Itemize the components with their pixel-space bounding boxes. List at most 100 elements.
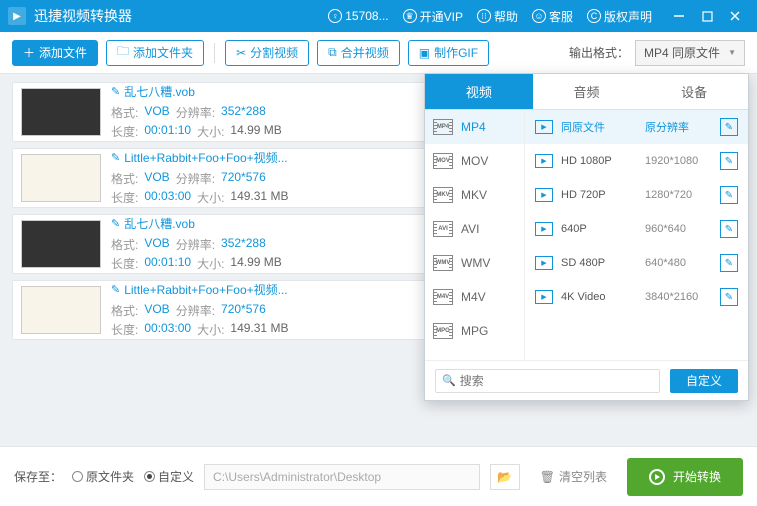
format-option-m4v[interactable]: M4VM4V: [425, 280, 524, 314]
clear-label: 清空列表: [559, 468, 607, 485]
output-format-select[interactable]: MP4 同原文件 ▼: [635, 40, 745, 66]
resolution-value: 720*576: [221, 302, 266, 319]
edit-resolution-icon[interactable]: ✎: [720, 152, 738, 170]
user-account[interactable]: ♀15708...: [328, 9, 388, 23]
resolution-label: 分辨率:: [176, 302, 215, 319]
size-value: 149.31 MB: [230, 321, 288, 338]
size-value: 149.31 MB: [230, 189, 288, 206]
edit-icon[interactable]: ✎: [111, 217, 120, 230]
resolution-size: 640*480: [645, 257, 712, 269]
format-name: MOV: [461, 154, 488, 168]
service-label: 客服: [549, 8, 573, 25]
make-gif-button[interactable]: ▣ 制作GIF: [408, 40, 489, 66]
file-format-icon: M4V: [433, 289, 453, 305]
search-icon: 🔍: [442, 374, 456, 387]
resolution-value: 352*288: [221, 236, 266, 253]
edit-resolution-icon[interactable]: ✎: [720, 254, 738, 272]
format-option-wmv[interactable]: WMVWMV: [425, 246, 524, 280]
vip-link[interactable]: ♛开通VIP: [403, 8, 463, 25]
format-name: MP4: [461, 120, 486, 134]
chevron-down-icon: ▼: [728, 48, 736, 57]
help-label: 帮助: [494, 8, 518, 25]
custom-format-button[interactable]: 自定义: [670, 369, 738, 393]
start-convert-button[interactable]: 开始转换: [627, 458, 743, 496]
resolution-option[interactable]: ▶HD 1080P1920*1080✎: [525, 144, 748, 178]
copyright-icon: C: [587, 9, 601, 23]
resolution-option[interactable]: ▶同原文件原分辨率✎: [525, 110, 748, 144]
file-format-icon: WMV: [433, 255, 453, 271]
format-dropdown: 视频 音频 设备 MP4MP4MOVMOVMKVMKVAVIAVIWMVWMVM…: [424, 73, 749, 401]
folder-open-icon: 📂: [497, 470, 512, 484]
video-icon: ▶: [535, 256, 553, 270]
maximize-button[interactable]: [693, 0, 721, 32]
save-path-field[interactable]: C:\Users\Administrator\Desktop: [204, 464, 480, 490]
add-file-label: 添加文件: [39, 44, 87, 61]
output-format-value: MP4 同原文件: [644, 44, 720, 61]
edit-resolution-icon[interactable]: ✎: [720, 288, 738, 306]
format-value: VOB: [144, 236, 169, 253]
video-icon: ▶: [535, 120, 553, 134]
output-format-label: 输出格式：: [569, 44, 629, 61]
add-file-button[interactable]: ＋添加文件: [12, 40, 98, 66]
format-name: MPG: [461, 324, 488, 338]
copyright-link[interactable]: C版权声明: [587, 8, 652, 25]
merge-video-button[interactable]: ⧉合并视频: [317, 40, 400, 66]
duration-value: 00:01:10: [144, 123, 191, 140]
service-link[interactable]: ☺客服: [532, 8, 573, 25]
add-folder-button[interactable]: 🗀添加文件夹: [106, 40, 204, 66]
split-label: 分割视频: [250, 44, 298, 61]
footer: 保存至： 原文件夹 自定义 C:\Users\Administrator\Des…: [0, 446, 757, 506]
resolution-value: 352*288: [221, 104, 266, 121]
resolution-option[interactable]: ▶ 640P 960*640 ✎: [525, 212, 748, 246]
gif-icon: ▣: [419, 46, 430, 60]
minimize-button[interactable]: [665, 0, 693, 32]
format-list: MP4MP4MOVMOVMKVMKVAVIAVIWMVWMVM4VM4VMPGM…: [425, 110, 525, 360]
tab-video[interactable]: 视频: [425, 74, 533, 109]
tab-audio[interactable]: 音频: [533, 74, 641, 109]
resolution-name: 同原文件: [561, 119, 637, 135]
resolution-name: 640P: [561, 223, 637, 235]
duration-value: 00:03:00: [144, 321, 191, 338]
format-option-mp4[interactable]: MP4MP4: [425, 110, 524, 144]
edit-resolution-icon[interactable]: ✎: [720, 186, 738, 204]
resolution-size: 960*640: [645, 223, 712, 235]
file-format-icon: MOV: [433, 153, 453, 169]
format-option-avi[interactable]: AVIAVI: [425, 212, 524, 246]
resolution-option[interactable]: ▶HD 720P1280*720✎: [525, 178, 748, 212]
file-format-icon: MKV: [433, 187, 453, 203]
tab-device[interactable]: 设备: [640, 74, 748, 109]
duration-label: 长度:: [111, 123, 138, 140]
format-option-mov[interactable]: MOV MOV: [425, 144, 524, 178]
format-option-mkv[interactable]: MKVMKV: [425, 178, 524, 212]
save-custom-radio[interactable]: 自定义: [144, 468, 194, 485]
size-label: 大小:: [197, 189, 224, 206]
edit-resolution-icon[interactable]: ✎: [720, 220, 738, 238]
video-icon: ▶: [535, 222, 553, 236]
format-name: AVI: [461, 222, 479, 236]
clear-list-button[interactable]: 🗑清空列表: [540, 468, 607, 485]
resolution-option[interactable]: ▶SD 480P640*480✎: [525, 246, 748, 280]
format-option-mpg[interactable]: MPG MPG: [425, 314, 524, 348]
file-format-icon: MPG: [433, 323, 453, 339]
edit-icon[interactable]: ✎: [111, 85, 120, 98]
format-label: 格式:: [111, 302, 138, 319]
close-button[interactable]: [721, 0, 749, 32]
video-icon: ▶: [535, 154, 553, 168]
edit-icon[interactable]: ✎: [111, 151, 120, 164]
minimize-icon: [673, 10, 685, 22]
edit-resolution-icon[interactable]: ✎: [720, 118, 738, 136]
resolution-option[interactable]: ▶4K Video3840*2160✎: [525, 280, 748, 314]
gif-label: 制作GIF: [434, 44, 478, 61]
browse-folder-button[interactable]: 📂: [490, 464, 520, 490]
save-original-radio[interactable]: 原文件夹: [72, 468, 134, 485]
help-link[interactable]: ⁝⁝帮助: [477, 8, 518, 25]
help-icon: ⁝⁝: [477, 9, 491, 23]
resolution-value: 720*576: [221, 170, 266, 187]
resolution-name: 4K Video: [561, 291, 637, 303]
save-original-label: 原文件夹: [86, 468, 134, 485]
format-search[interactable]: 🔍: [435, 369, 660, 393]
search-input[interactable]: [460, 374, 653, 388]
edit-icon[interactable]: ✎: [111, 283, 120, 296]
split-video-button[interactable]: ✂分割视频: [225, 40, 309, 66]
video-icon: ▶: [535, 188, 553, 202]
